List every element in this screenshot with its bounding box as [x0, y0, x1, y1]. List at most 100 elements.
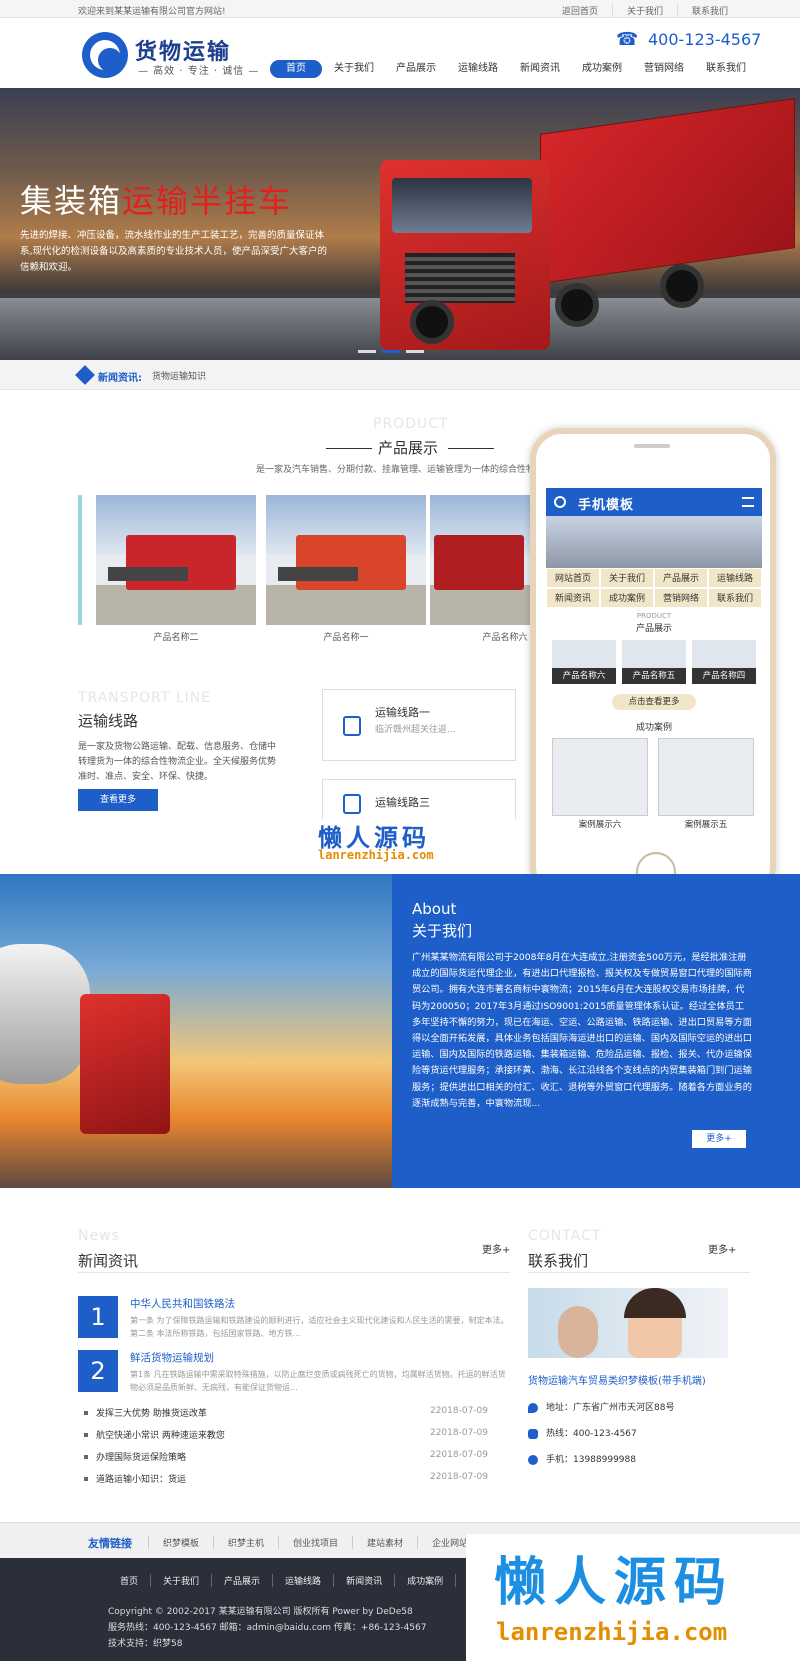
mobile-case[interactable] [658, 738, 754, 816]
friend-link[interactable]: 织梦主机 [213, 1536, 278, 1549]
nav-about[interactable]: 关于我们 [324, 60, 384, 78]
featured-news-desc: 第1条 凡在铁路运输中需采取特殊措施，以防止腐烂变质或病残死亡的货物，均属鲜活货… [130, 1370, 506, 1392]
header-phone: 400-123-4567 [648, 30, 762, 49]
transport-title: 运输线路 [78, 712, 139, 730]
contact-hotline: 热线：400-123-4567 [528, 1426, 637, 1439]
news-item-title[interactable]: 航空快递小常识 两种速运来教您 [96, 1428, 225, 1441]
banner-description: 先进的焊接、冲压设备，流水线作业的生产工装工艺，完善的质量保证体系,现代化的检测… [20, 230, 328, 273]
friend-link[interactable]: 织梦模板 [148, 1536, 213, 1549]
top-link-contact[interactable]: 联系我们 [676, 4, 742, 17]
about-more-button[interactable]: 更多+ [692, 1130, 746, 1148]
search-icon[interactable] [554, 496, 566, 508]
phone-speaker [634, 444, 670, 448]
product-card[interactable] [266, 495, 426, 625]
mobile-menu-item[interactable]: 关于我们 [600, 568, 654, 588]
news-item-date: 22018-07-09 [429, 1428, 488, 1438]
footer-nav-item[interactable]: 产品展示 [211, 1574, 272, 1587]
slider-dot[interactable] [406, 350, 424, 353]
banner-truck-windshield [392, 178, 532, 233]
mobile-header: 手机模板 [546, 488, 762, 516]
route-card[interactable]: 运输线路三 [322, 779, 516, 819]
slider-dot-active[interactable] [382, 350, 400, 353]
watermark-logo: 懒人源码 lanrenzhijia.com [466, 1534, 800, 1661]
featured-news-title[interactable]: 鲜活货物运输规划 [130, 1350, 214, 1365]
footer-nav-item[interactable]: 成功案例 [394, 1574, 455, 1587]
contact-more-link[interactable]: 更多+ [708, 1241, 736, 1256]
mobile-case-name[interactable]: 案例展示五 [658, 818, 754, 830]
mobile-menu-item[interactable]: 联系我们 [708, 588, 762, 608]
mobile-menu-item[interactable]: 运输线路 [708, 568, 762, 588]
bus-icon [343, 794, 361, 814]
news-item-title[interactable]: 发挥三大优势 助推货运改革 [96, 1406, 207, 1419]
featured-news[interactable]: 2 鲜活货物运输规划 第1条 凡在铁路运输中需采取特殊措施，以防止腐烂变质或病残… [78, 1350, 510, 1392]
nav-contact[interactable]: 联系我们 [696, 60, 756, 78]
nav-cases[interactable]: 成功案例 [572, 60, 632, 78]
nav-routes[interactable]: 运输线路 [448, 60, 508, 78]
mobile-menu-item[interactable]: 产品展示 [654, 568, 708, 588]
transport-title-en: TRANSPORT LINE [78, 690, 212, 706]
watermark-text: 懒人源码 [494, 1553, 735, 1613]
news-list-item[interactable]: 道路运输小知识：货运 22018-07-09 [84, 1472, 488, 1486]
about-image [0, 874, 392, 1188]
news-ticker-text[interactable]: 货物运输知识 [152, 369, 206, 382]
mobile-menu-item[interactable]: 成功案例 [600, 588, 654, 608]
product-card[interactable] [430, 495, 530, 625]
banner-title-a: 集装箱 [20, 182, 123, 220]
mobile-product[interactable]: 产品名称六 [552, 640, 616, 684]
product-card[interactable] [96, 495, 256, 625]
footer-nav-item[interactable]: 运输线路 [272, 1574, 333, 1587]
top-links: 返回首页 关于我们 联系我们 [548, 4, 742, 17]
product-name[interactable]: 产品名称二 [96, 630, 256, 643]
news-list-item[interactable]: 办理国际货运保险策略 22018-07-09 [84, 1450, 488, 1464]
mobile-product[interactable]: 产品名称五 [622, 640, 686, 684]
featured-news[interactable]: 1 中华人民共和国铁路法 第一条 为了保障铁路运输和铁路建设的顺利进行，适应社会… [78, 1296, 510, 1338]
mobile-case[interactable] [552, 738, 648, 816]
route-subtitle: 临沂赣州超关往返... [375, 725, 456, 735]
mobile-case-name[interactable]: 案例展示六 [552, 818, 648, 830]
contact-address-text: 地址：广东省广州市天河区88号 [546, 1403, 675, 1413]
hero-banner[interactable]: 集装箱运输半挂车 先进的焊接、冲压设备，流水线作业的生产工装工艺，完善的质量保证… [0, 88, 800, 360]
slider-dot[interactable] [358, 350, 376, 353]
transport-more-button[interactable]: 查看更多 [78, 789, 158, 811]
footer-nav-item[interactable]: 新闻资讯 [333, 1574, 394, 1587]
mobile-product-name: 产品名称六 [552, 668, 616, 684]
nav-products[interactable]: 产品展示 [386, 60, 446, 78]
news-list-item[interactable]: 发挥三大优势 助推货运改革 22018-07-09 [84, 1406, 488, 1420]
nav-home[interactable]: 首页 [270, 60, 322, 78]
footer-nav-item[interactable]: 关于我们 [150, 1574, 211, 1587]
featured-news-title[interactable]: 中华人民共和国铁路法 [130, 1296, 235, 1311]
bus-icon [343, 716, 361, 736]
mobile-menu-item[interactable]: 新闻资讯 [546, 588, 600, 608]
footer-support: 技术支持：织梦58 [108, 1639, 183, 1649]
banner-title-b: 运输半挂车 [122, 182, 293, 220]
news-item-date: 22018-07-09 [429, 1450, 488, 1460]
phone-icon: ☎ [616, 29, 639, 50]
news-item-title[interactable]: 道路运输小知识：货运 [96, 1472, 186, 1485]
logo-icon[interactable] [82, 32, 128, 78]
mobile-more-button[interactable]: 点击查看更多 [612, 694, 696, 710]
nav-network[interactable]: 营销网络 [634, 60, 694, 78]
mobile-menu-item[interactable]: 网站首页 [546, 568, 600, 588]
mobile-menu: 网站首页 关于我们 产品展示 运输线路 新闻资讯 成功案例 营销网络 联系我们 [546, 568, 762, 608]
divider [326, 448, 372, 449]
top-link-home[interactable]: 返回首页 [548, 4, 612, 17]
contact-title-en: CONTACT [528, 1228, 602, 1244]
friend-link[interactable]: 创业找项目 [278, 1536, 352, 1549]
mobile-product[interactable]: 产品名称四 [692, 640, 756, 684]
product-name[interactable]: 产品名称一 [266, 630, 426, 643]
route-card[interactable]: 运输线路一 临沂赣州超关往返... [322, 689, 516, 761]
mobile-menu-item[interactable]: 营销网络 [654, 588, 708, 608]
news-item-title[interactable]: 办理国际货运保险策略 [96, 1450, 186, 1463]
menu-icon[interactable] [742, 497, 754, 507]
nav-news[interactable]: 新闻资讯 [510, 60, 570, 78]
about-section: About 关于我们 广州某某物流有限公司于2008年8月在大连成立,注册资金5… [392, 874, 800, 1188]
footer-nav-item[interactable]: 首页 [108, 1574, 150, 1587]
news-title: 新闻资讯 [78, 1252, 139, 1270]
news-title-en: News [78, 1228, 120, 1244]
mobile-banner [546, 516, 762, 568]
top-link-about[interactable]: 关于我们 [611, 4, 677, 17]
contact-company[interactable]: 货物运输汽车贸易类织梦模板(带手机端) [528, 1372, 706, 1387]
news-list-item[interactable]: 航空快递小常识 两种速运来教您 22018-07-09 [84, 1428, 488, 1442]
news-more-link[interactable]: 更多+ [482, 1241, 510, 1256]
friend-link[interactable]: 建站素材 [352, 1536, 417, 1549]
